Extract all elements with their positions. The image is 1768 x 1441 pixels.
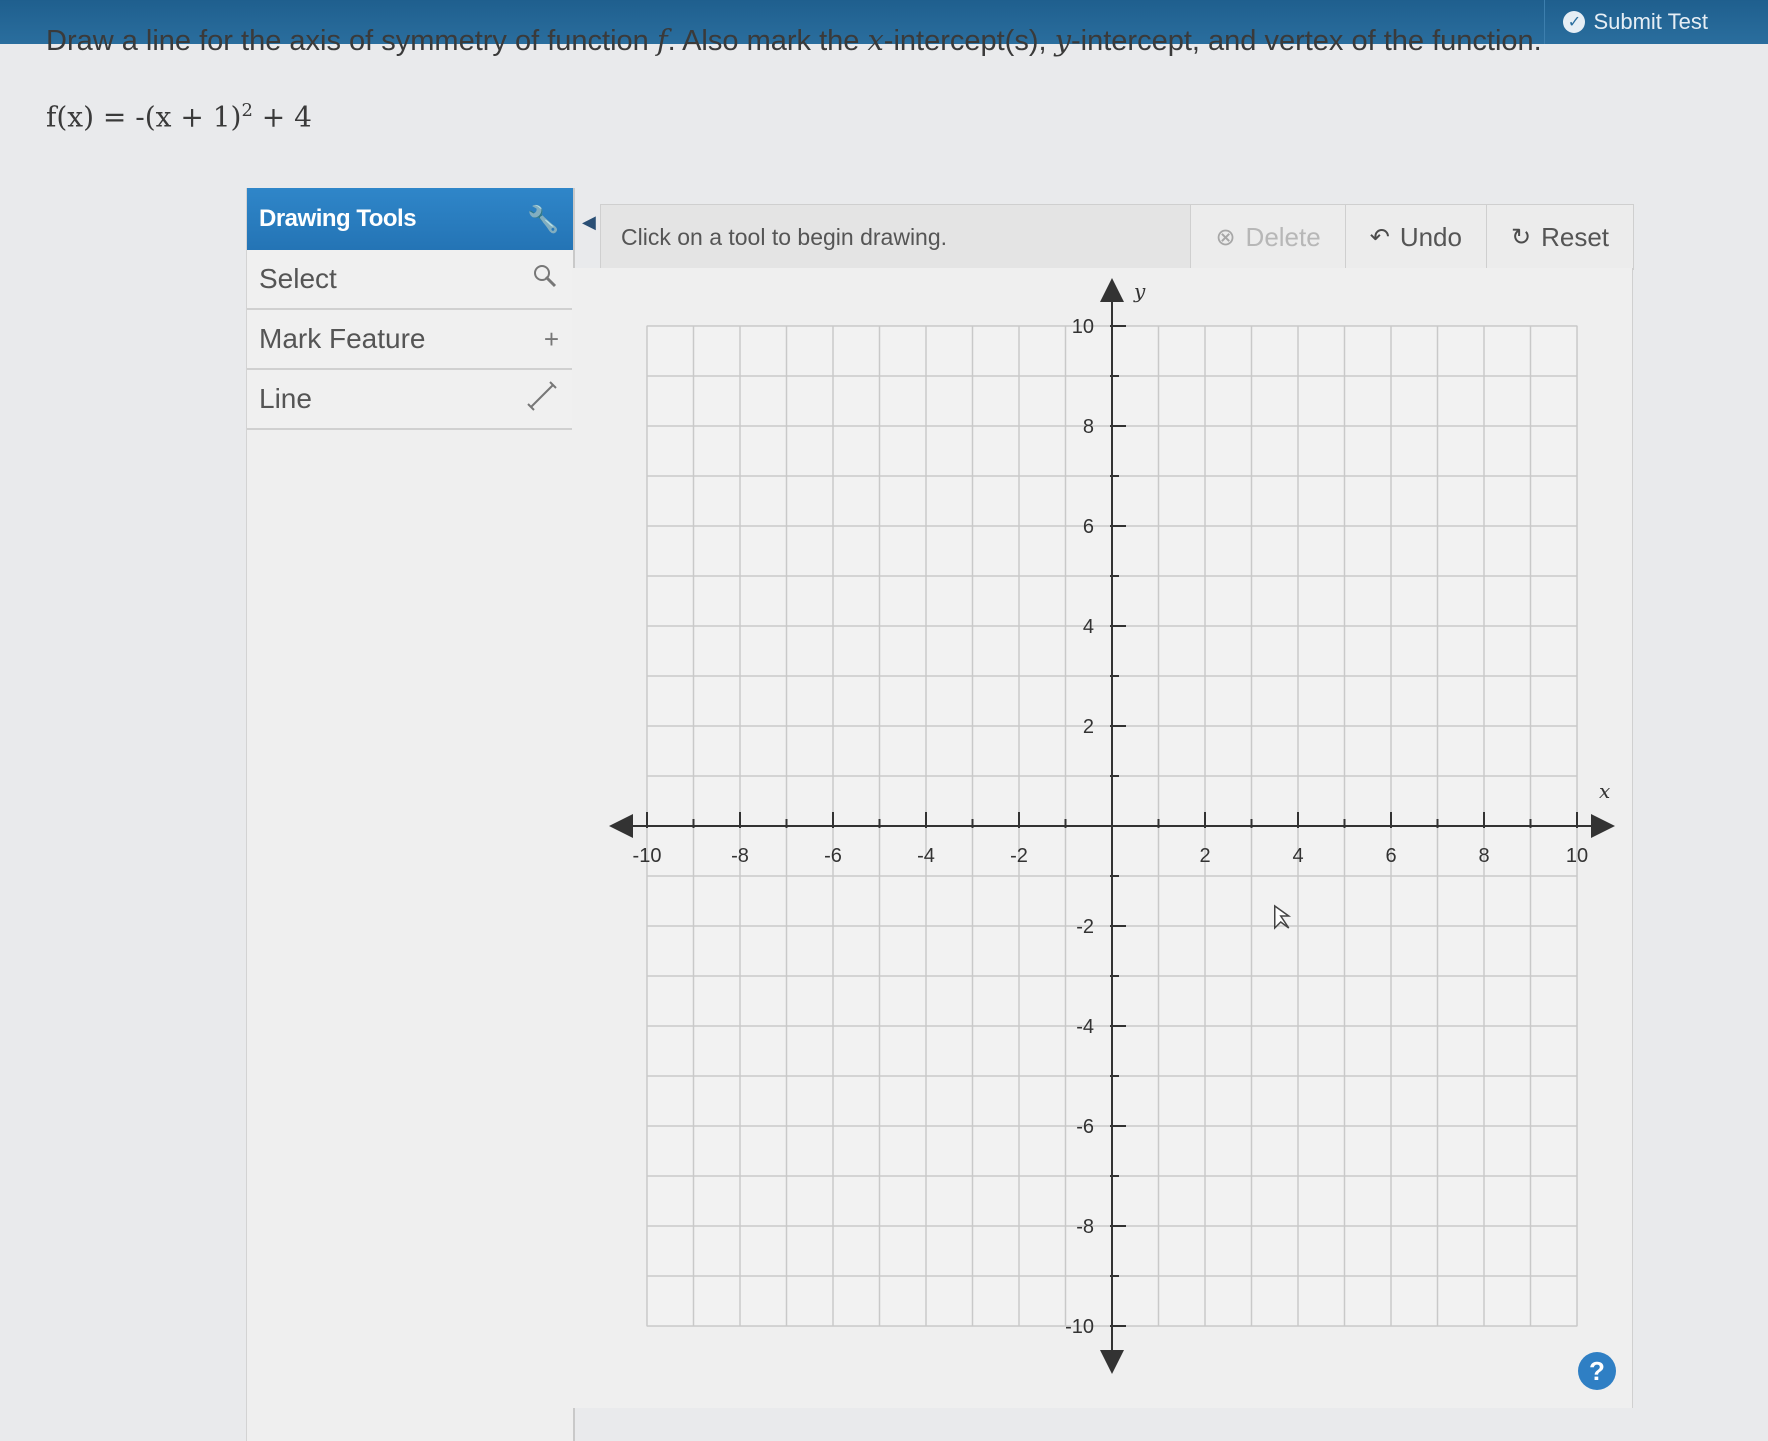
y-tick-label: 10 <box>1072 316 1094 338</box>
delete-label: Delete <box>1245 221 1321 252</box>
y-axis-arrow-up <box>1100 278 1124 302</box>
delete-button[interactable]: ⊗ Delete <box>1190 205 1345 269</box>
undo-icon: ↶ <box>1369 223 1390 251</box>
x-tick-label: 6 <box>1385 845 1396 867</box>
tool-mark-feature[interactable]: Mark Feature + <box>247 310 573 370</box>
reset-label: Reset <box>1541 221 1609 252</box>
y-tick-label: 4 <box>1083 616 1094 638</box>
x-axis-arrow-right <box>1591 814 1615 838</box>
drawing-tools-panel: Drawing Tools 🔧 Select Mark Feature + Li… <box>246 188 575 1441</box>
reset-button[interactable]: ↻ Reset <box>1485 205 1633 269</box>
undo-label: Undo <box>1399 221 1462 252</box>
tool-select[interactable]: Select <box>247 250 573 310</box>
tool-mark-feature-label: Mark Feature <box>259 323 426 354</box>
x-tick-label: 10 <box>1566 845 1588 867</box>
x-tick-label: -8 <box>731 845 749 867</box>
x-tick-label: 8 <box>1478 845 1489 867</box>
line-icon <box>525 379 559 420</box>
tool-select-label: Select <box>259 263 337 294</box>
y-tick-label: 8 <box>1083 416 1094 438</box>
help-icon[interactable]: ? <box>1578 1352 1616 1390</box>
toolbar-hint: Click on a tool to begin drawing. <box>621 223 948 250</box>
y-axis-label: y <box>1133 279 1146 303</box>
y-tick-label: -8 <box>1076 1216 1094 1238</box>
undo-button[interactable]: ↶ Undo <box>1344 205 1486 269</box>
function-formula: f(x) = -(x + 1)2 + 4 <box>46 100 312 134</box>
tool-line[interactable]: Line <box>247 370 573 430</box>
y-tick-label: -10 <box>1065 1316 1094 1338</box>
x-axis-arrow-left <box>609 814 633 838</box>
delete-icon: ⊗ <box>1215 223 1236 251</box>
pointer-icon <box>531 262 559 297</box>
y-axis-arrow-down <box>1100 1350 1124 1374</box>
y-tick-label: -2 <box>1076 916 1094 938</box>
wrench-icon: 🔧 <box>527 203 559 234</box>
x-tick-label: -6 <box>824 845 842 867</box>
x-axis-label: x <box>1599 779 1610 803</box>
x-tick-label: -4 <box>917 845 935 867</box>
drawing-tools-header[interactable]: Drawing Tools 🔧 <box>247 188 573 250</box>
collapse-panel-icon[interactable]: ◀ <box>582 212 596 233</box>
question-text: Draw a line for the axis of symmetry of … <box>46 23 1542 57</box>
y-tick-label: 6 <box>1083 516 1094 538</box>
y-tick-label: -6 <box>1076 1116 1094 1138</box>
coordinate-grid[interactable]: -10 -8 -6 -4 -2 2 4 6 8 10 10 8 6 4 2 -2 -4 -6 -8 -10 x y <box>572 268 1632 1408</box>
x-tick-label: -2 <box>1010 845 1028 867</box>
tool-line-label: Line <box>259 383 312 414</box>
drawing-tools-title: Drawing Tools <box>259 205 417 232</box>
x-tick-label: 4 <box>1292 845 1303 867</box>
y-tick-label: 2 <box>1083 716 1094 738</box>
y-tick-label: -4 <box>1076 1016 1094 1038</box>
x-tick-label: 2 <box>1199 845 1210 867</box>
reset-icon: ↻ <box>1510 223 1532 251</box>
x-tick-label: -10 <box>633 845 662 867</box>
plus-icon: + <box>543 323 559 354</box>
graph-toolbar: Click on a tool to begin drawing. ⊗ Dele… <box>600 204 1634 270</box>
